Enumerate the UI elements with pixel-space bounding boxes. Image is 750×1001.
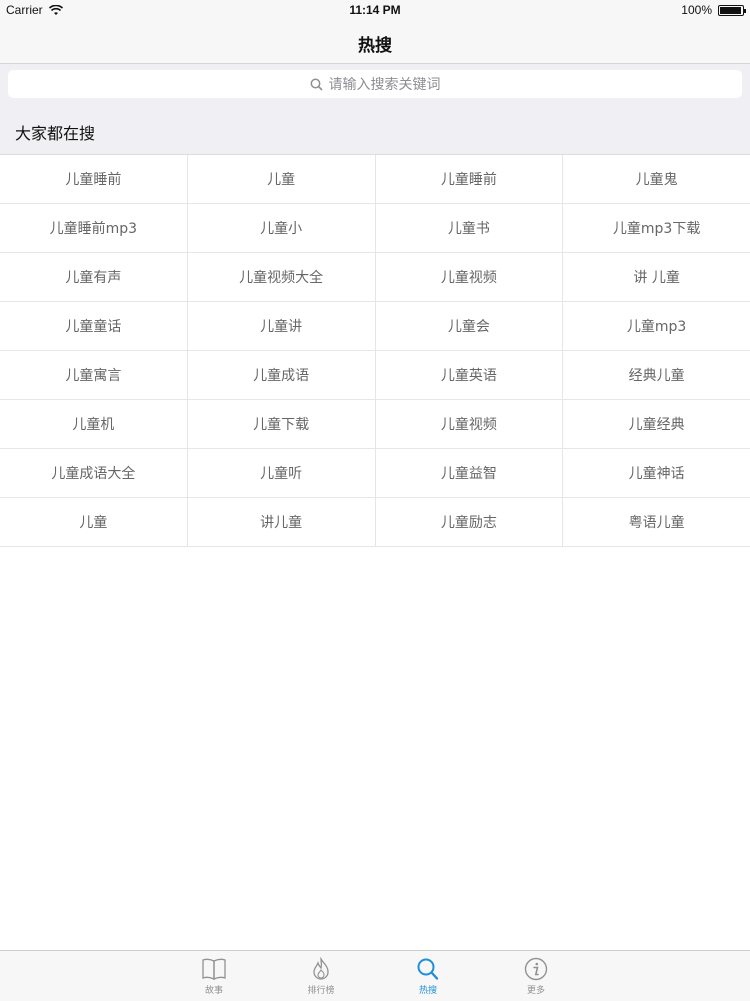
flame-icon — [313, 957, 329, 980]
hot-search-item[interactable]: 儿童 — [188, 155, 376, 203]
section-header: 大家都在搜 — [0, 104, 750, 155]
hot-search-item[interactable]: 儿童寓言 — [0, 351, 188, 399]
status-time: 11:14 PM — [349, 3, 401, 17]
hot-search-item[interactable]: 儿童机 — [0, 400, 188, 448]
hot-search-item[interactable]: 儿童讲 — [188, 302, 376, 350]
grid-row: 儿童睡前mp3 儿童小 儿童书 儿童mp3下载 — [0, 204, 750, 253]
hot-search-item[interactable]: 儿童下载 — [188, 400, 376, 448]
hot-search-item[interactable]: 儿童视频大全 — [188, 253, 376, 301]
grid-row: 儿童成语大全 儿童听 儿童益智 儿童神话 — [0, 449, 750, 498]
tab-stories[interactable]: 故事 — [184, 957, 244, 996]
hot-search-item[interactable]: 儿童英语 — [376, 351, 564, 399]
tab-bar: 故事 排行榜 热搜 更多 — [0, 950, 750, 1001]
hot-search-item[interactable]: 儿童睡前mp3 — [0, 204, 188, 252]
search-placeholder: 请输入搜索关键词 — [328, 77, 441, 93]
search-input[interactable]: 请输入搜索关键词 — [8, 70, 742, 98]
hot-search-item[interactable]: 儿童 — [0, 498, 188, 546]
hot-search-item[interactable]: 儿童视频 — [376, 400, 564, 448]
hot-search-item[interactable]: 儿童视频 — [376, 253, 564, 301]
hot-search-item[interactable]: 儿童神话 — [563, 449, 750, 497]
grid-row: 儿童有声 儿童视频大全 儿童视频 讲 儿童 — [0, 253, 750, 302]
hot-search-item[interactable]: 儿童童话 — [0, 302, 188, 350]
search-area: 请输入搜索关键词 — [0, 64, 750, 104]
search-icon — [417, 958, 439, 980]
hot-search-item[interactable]: 儿童mp3下载 — [563, 204, 750, 252]
hot-search-item[interactable]: 儿童成语大全 — [0, 449, 188, 497]
hot-search-item[interactable]: 儿童益智 — [376, 449, 564, 497]
grid-row: 儿童 讲儿童 儿童励志 粤语儿童 — [0, 498, 750, 547]
tab-more[interactable]: 更多 — [506, 957, 566, 996]
hot-search-item[interactable]: 儿童成语 — [188, 351, 376, 399]
hot-search-item[interactable]: 儿童有声 — [0, 253, 188, 301]
tab-hot-search[interactable]: 热搜 — [398, 957, 458, 996]
grid-row: 儿童睡前 儿童 儿童睡前 儿童鬼 — [0, 155, 750, 204]
hot-search-item[interactable]: 粤语儿童 — [563, 498, 750, 546]
search-icon — [310, 78, 323, 91]
grid-row: 儿童机 儿童下载 儿童视频 儿童经典 — [0, 400, 750, 449]
battery-percent: 100% — [681, 3, 712, 17]
hot-search-item[interactable]: 儿童励志 — [376, 498, 564, 546]
section-title: 大家都在搜 — [15, 124, 96, 143]
hot-search-item[interactable]: 经典儿童 — [563, 351, 750, 399]
hot-search-item[interactable]: 讲 儿童 — [563, 253, 750, 301]
hot-search-item[interactable]: 儿童经典 — [563, 400, 750, 448]
hot-search-item[interactable]: 儿童会 — [376, 302, 564, 350]
hot-search-item[interactable]: 儿童小 — [188, 204, 376, 252]
tab-rankings[interactable]: 排行榜 — [291, 957, 351, 996]
page-title: 热搜 — [358, 36, 392, 56]
hot-search-grid: 儿童睡前 儿童 儿童睡前 儿童鬼 儿童睡前mp3 儿童小 儿童书 儿童mp3下载… — [0, 155, 750, 547]
navigation-bar: 热搜 — [0, 20, 750, 64]
status-right: 100% — [681, 3, 746, 17]
tab-label: 热搜 — [418, 986, 437, 996]
battery-icon — [718, 4, 746, 16]
hot-search-item[interactable]: 儿童睡前 — [376, 155, 564, 203]
grid-row: 儿童童话 儿童讲 儿童会 儿童mp3 — [0, 302, 750, 351]
grid-row: 儿童寓言 儿童成语 儿童英语 经典儿童 — [0, 351, 750, 400]
info-icon — [524, 957, 548, 981]
tab-label: 更多 — [526, 986, 545, 996]
hot-search-item[interactable]: 儿童听 — [188, 449, 376, 497]
hot-search-item[interactable]: 儿童鬼 — [563, 155, 750, 203]
book-icon — [202, 958, 226, 981]
tab-label: 排行榜 — [307, 986, 335, 996]
tab-label: 故事 — [204, 986, 223, 996]
hot-search-item[interactable]: 儿童mp3 — [563, 302, 750, 350]
hot-search-item[interactable]: 儿童睡前 — [0, 155, 188, 203]
hot-search-item[interactable]: 讲儿童 — [188, 498, 376, 546]
status-bar: Carrier 11:14 PM 100% — [0, 0, 750, 20]
hot-search-item[interactable]: 儿童书 — [376, 204, 564, 252]
